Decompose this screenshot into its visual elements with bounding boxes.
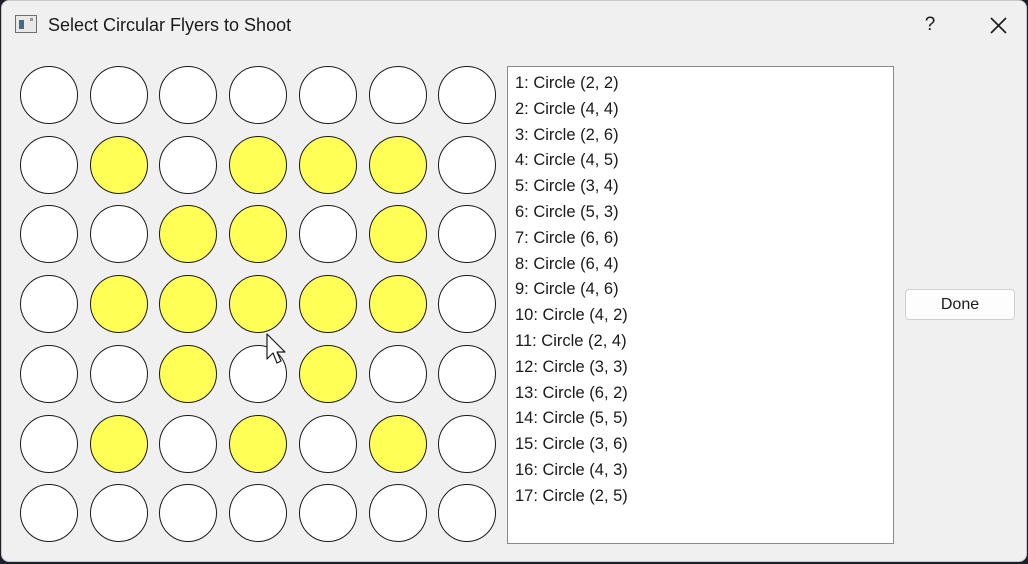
grid-circle[interactable]: [229, 344, 288, 403]
grid-circle[interactable]: [438, 205, 497, 264]
grid-circle[interactable]: [159, 205, 218, 264]
grid-circle[interactable]: [89, 135, 148, 194]
grid-circle[interactable]: [159, 135, 218, 194]
grid-circle[interactable]: [229, 414, 288, 473]
grid-circle[interactable]: [438, 135, 497, 194]
grid-circle[interactable]: [159, 414, 218, 473]
help-button[interactable]: ?: [905, 5, 955, 45]
app-window-icon: [15, 15, 37, 33]
grid-circle[interactable]: [20, 344, 78, 403]
grid-circle[interactable]: [438, 414, 497, 473]
list-item[interactable]: 10: Circle (4, 2): [508, 303, 893, 329]
grid-circle[interactable]: [368, 484, 427, 543]
grid-circle[interactable]: [229, 66, 288, 124]
grid-circle[interactable]: [89, 275, 148, 334]
list-item[interactable]: 11: Circle (2, 4): [508, 329, 893, 355]
grid-circle[interactable]: [298, 135, 357, 194]
grid-circle[interactable]: [438, 66, 497, 124]
grid-circle[interactable]: [438, 344, 497, 403]
grid-circle[interactable]: [159, 66, 218, 124]
list-item[interactable]: 4: Circle (4, 5): [508, 148, 893, 174]
grid-circle[interactable]: [368, 135, 427, 194]
list-item[interactable]: 13: Circle (6, 2): [508, 381, 893, 407]
grid-circle[interactable]: [20, 205, 78, 264]
list-item[interactable]: 17: Circle (2, 5): [508, 484, 893, 510]
grid-circle[interactable]: [229, 484, 288, 543]
list-item[interactable]: 9: Circle (4, 6): [508, 277, 893, 303]
list-item[interactable]: 16: Circle (4, 3): [508, 458, 893, 484]
grid-circle[interactable]: [298, 66, 357, 124]
grid-circle[interactable]: [20, 275, 78, 334]
list-item[interactable]: 5: Circle (3, 4): [508, 174, 893, 200]
list-item[interactable]: 12: Circle (3, 3): [508, 355, 893, 381]
grid-circle[interactable]: [89, 414, 148, 473]
grid-circle[interactable]: [438, 275, 497, 334]
list-item[interactable]: 14: Circle (5, 5): [508, 406, 893, 432]
grid-circle[interactable]: [368, 344, 427, 403]
grid-circle[interactable]: [20, 484, 78, 543]
grid-circle[interactable]: [20, 66, 78, 124]
list-item[interactable]: 15: Circle (3, 6): [508, 432, 893, 458]
grid-circle[interactable]: [89, 484, 148, 543]
grid-circle[interactable]: [89, 205, 148, 264]
list-item[interactable]: 6: Circle (5, 3): [508, 200, 893, 226]
grid-circle[interactable]: [229, 275, 288, 334]
title-bar: Select Circular Flyers to Shoot ?: [2, 1, 1026, 51]
close-button[interactable]: [972, 5, 1024, 45]
grid-circle[interactable]: [368, 66, 427, 124]
selection-list-items: 1: Circle (2, 2) 2: Circle (4, 4) 3: Circl…: [508, 67, 893, 510]
dialog-window: Select Circular Flyers to Shoot ? 1: Cir…: [1, 0, 1027, 562]
grid-circle[interactable]: [159, 275, 218, 334]
grid-circle[interactable]: [229, 135, 288, 194]
grid-circle[interactable]: [298, 344, 357, 403]
list-item[interactable]: 8: Circle (6, 4): [508, 252, 893, 278]
grid-circle[interactable]: [298, 484, 357, 543]
list-item[interactable]: 3: Circle (2, 6): [508, 123, 893, 149]
close-icon: [990, 17, 1007, 34]
grid-circle[interactable]: [368, 414, 427, 473]
grid-circle[interactable]: [298, 205, 357, 264]
grid-circle[interactable]: [438, 484, 497, 543]
grid-circle[interactable]: [298, 414, 357, 473]
grid-circle[interactable]: [20, 414, 78, 473]
grid-circle[interactable]: [159, 344, 218, 403]
grid-circle[interactable]: [368, 275, 427, 334]
list-item[interactable]: 7: Circle (6, 6): [508, 226, 893, 252]
window-title: Select Circular Flyers to Shoot: [48, 15, 292, 35]
grid-circle[interactable]: [229, 205, 288, 264]
selection-list[interactable]: 1: Circle (2, 2) 2: Circle (4, 4) 3: Circl…: [507, 66, 894, 544]
list-item[interactable]: 1: Circle (2, 2): [508, 71, 893, 97]
grid-circle[interactable]: [368, 205, 427, 264]
grid-circle[interactable]: [89, 66, 148, 124]
grid-circle[interactable]: [298, 275, 357, 334]
list-item[interactable]: 2: Circle (4, 4): [508, 97, 893, 123]
grid-circle[interactable]: [89, 344, 148, 403]
grid-circle[interactable]: [20, 135, 78, 194]
grid-circle[interactable]: [159, 484, 218, 543]
circle-grid: [17, 63, 507, 547]
done-button[interactable]: Done: [905, 289, 1015, 320]
